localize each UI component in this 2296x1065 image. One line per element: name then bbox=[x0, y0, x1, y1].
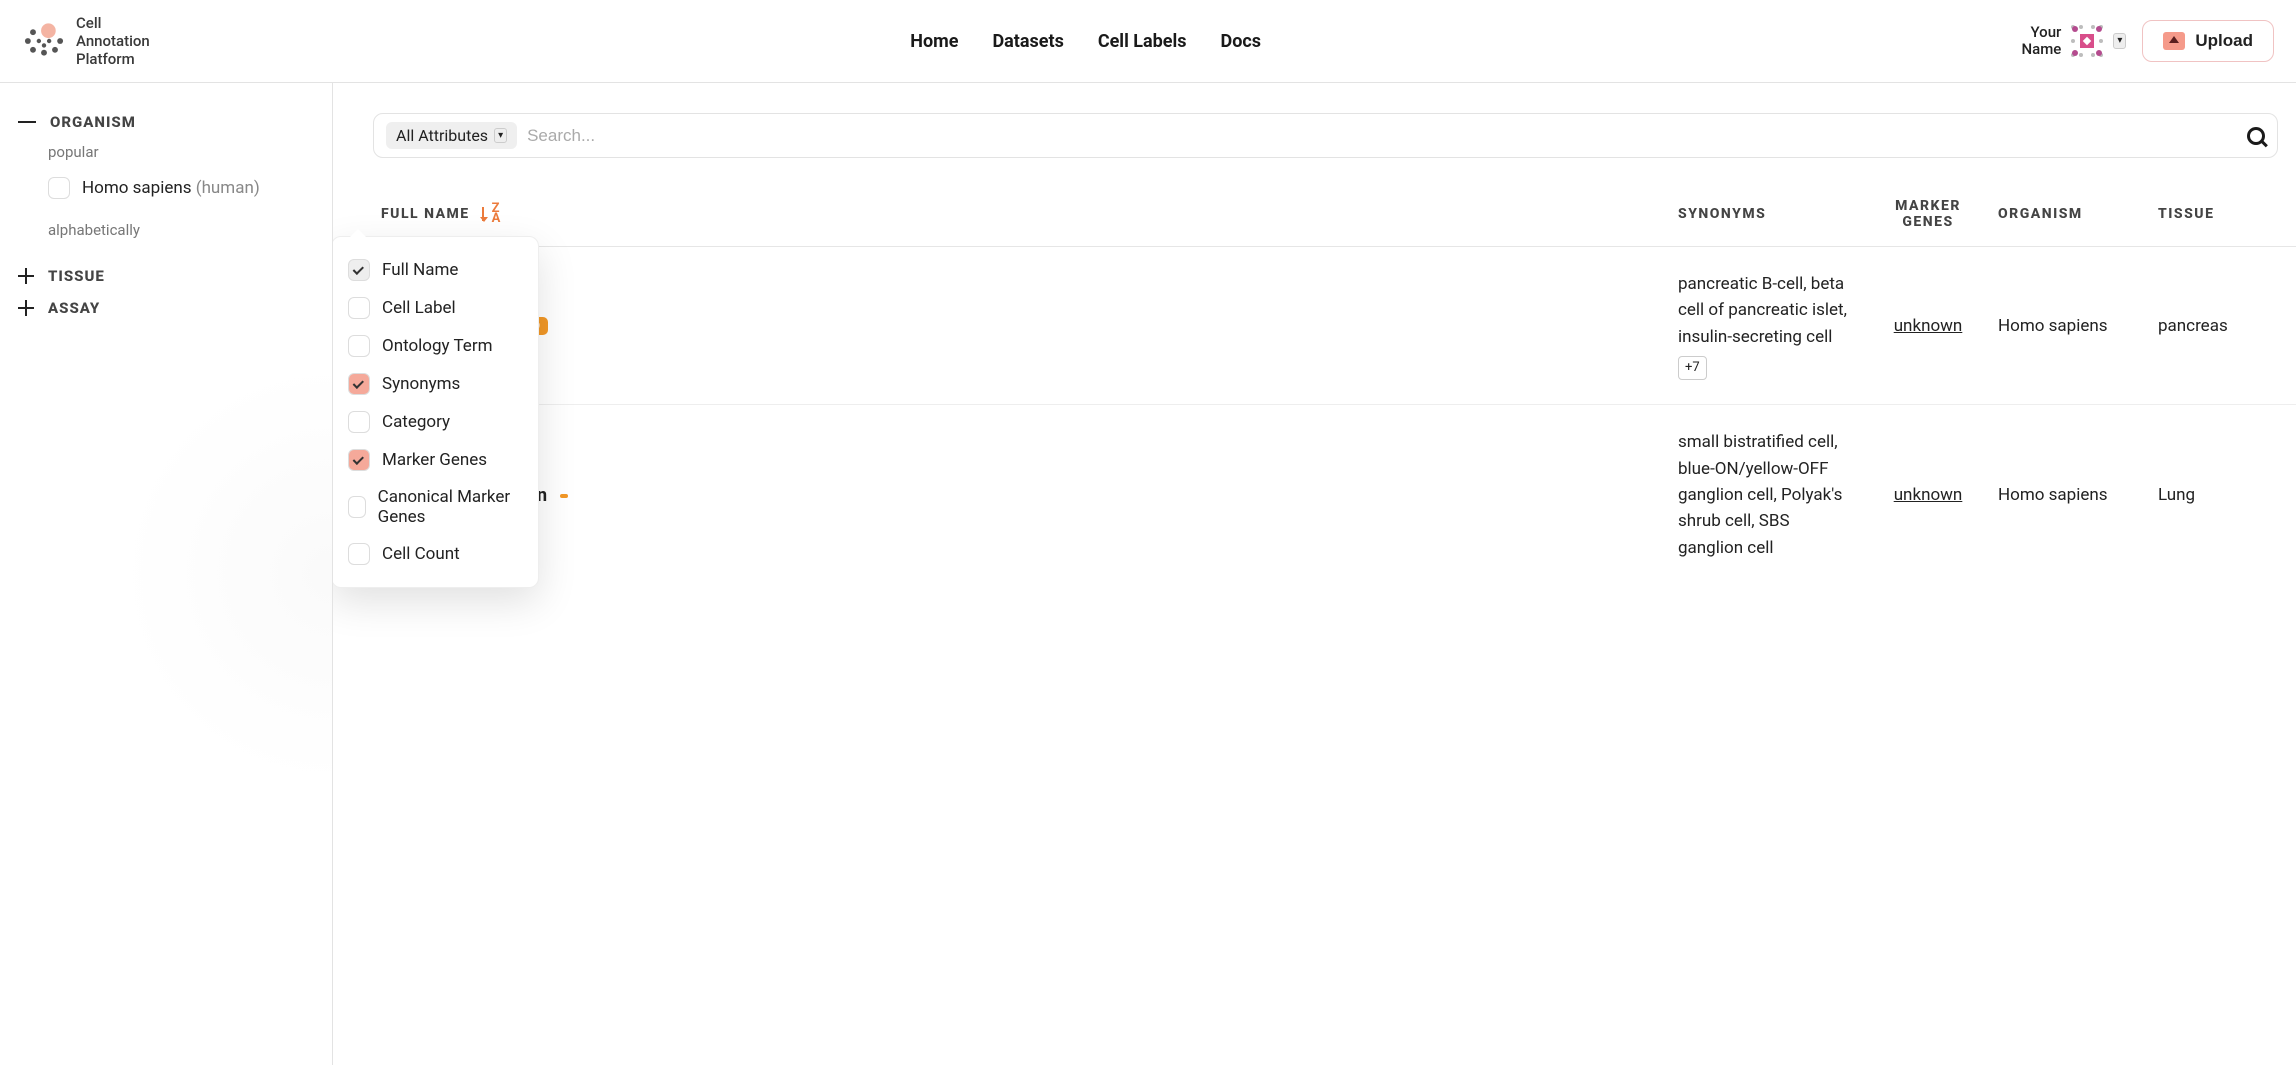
col-picker-label: Ontology Term bbox=[382, 336, 492, 356]
cell-synonyms: pancreatic B-cell, beta cell of pancreat… bbox=[1678, 271, 1858, 380]
table-row[interactable]: ified retinal ganglion small bistratifie… bbox=[333, 405, 2296, 585]
cell-organism: Homo sapiens bbox=[1998, 316, 2158, 336]
nav-datasets[interactable]: Datasets bbox=[992, 31, 1063, 52]
table: FULL NAME ZA SYNONYMS MARKER GENES ORGAN… bbox=[333, 198, 2296, 585]
top-header: Cell Annotation Platform Home Datasets C… bbox=[0, 0, 2296, 83]
cell-tissue: pancreas bbox=[2158, 316, 2278, 336]
th-marker-genes[interactable]: MARKER GENES bbox=[1858, 198, 1998, 230]
chevron-down-icon: ▾ bbox=[2113, 33, 2126, 49]
header-right: Your Name ▾ Upload bbox=[2022, 20, 2274, 62]
th-full-name-label: FULL NAME bbox=[381, 206, 470, 222]
checkbox-icon bbox=[348, 335, 370, 357]
col-picker-label: Canonical Marker Genes bbox=[378, 487, 522, 527]
sort-desc-icon: ZA bbox=[482, 204, 502, 225]
th-marker-l1: MARKER bbox=[1858, 198, 1998, 214]
brand-line2: Annotation bbox=[76, 32, 150, 50]
col-picker-full-name[interactable]: Full Name bbox=[344, 251, 526, 289]
facet-assay-label: ASSAY bbox=[48, 299, 100, 317]
search-icon[interactable] bbox=[2247, 127, 2265, 145]
expand-icon bbox=[18, 300, 34, 316]
search-bar: All Attributes ▾ bbox=[373, 113, 2278, 158]
col-picker-canonical-marker-genes[interactable]: Canonical Marker Genes bbox=[344, 479, 526, 535]
checkbox-checked-icon bbox=[348, 373, 370, 395]
cell-tissue: Lung bbox=[2158, 485, 2278, 505]
column-picker-dropdown: Full Name Cell Label Ontology Term Synon… bbox=[333, 236, 539, 588]
checkbox-icon bbox=[48, 177, 70, 199]
cell-full-name: eatic cell CL:0000169 bbox=[381, 315, 1678, 336]
brand: Cell Annotation Platform bbox=[22, 14, 150, 68]
th-full-name[interactable]: FULL NAME ZA bbox=[381, 204, 1678, 225]
facet-tissue-toggle[interactable]: TISSUE bbox=[18, 267, 312, 285]
facet-popular-label: popular bbox=[48, 143, 312, 161]
brand-line1: Cell bbox=[76, 14, 150, 32]
col-picker-category[interactable]: Category bbox=[344, 403, 526, 441]
col-picker-label: Cell Count bbox=[382, 544, 460, 564]
cell-organism: Homo sapiens bbox=[1998, 485, 2158, 505]
facet-organism-toggle[interactable]: ORGANISM bbox=[18, 113, 312, 131]
chevron-down-icon: ▾ bbox=[494, 128, 507, 143]
col-picker-label: Synonyms bbox=[382, 374, 460, 394]
checkbox-icon bbox=[348, 411, 370, 433]
facet-option-homo-sapiens[interactable]: Homo sapiens (human) bbox=[48, 177, 312, 199]
col-picker-label: Marker Genes bbox=[382, 450, 487, 470]
synonyms-extra-count[interactable]: +7 bbox=[1678, 356, 1707, 380]
user-menu[interactable]: Your Name ▾ bbox=[2022, 23, 2127, 59]
col-picker-ontology-term[interactable]: Ontology Term bbox=[344, 327, 526, 365]
checkbox-icon bbox=[348, 496, 366, 518]
main-nav: Home Datasets Cell Labels Docs bbox=[910, 31, 1261, 52]
nav-docs[interactable]: Docs bbox=[1221, 31, 1261, 52]
main: ORGANISM popular Homo sapiens (human) al… bbox=[0, 83, 2296, 1065]
checkbox-checked-icon bbox=[348, 259, 370, 281]
facet-organism-label: ORGANISM bbox=[50, 113, 136, 131]
facet-assay-toggle[interactable]: ASSAY bbox=[18, 299, 312, 317]
collapse-icon bbox=[18, 121, 36, 123]
table-row[interactable]: eatic cell CL:0000169 pancreatic B-cell,… bbox=[333, 247, 2296, 405]
col-picker-marker-genes[interactable]: Marker Genes bbox=[344, 441, 526, 479]
table-header: FULL NAME ZA SYNONYMS MARKER GENES ORGAN… bbox=[333, 198, 2296, 247]
facet-alpha-label: alphabetically bbox=[48, 221, 312, 239]
search-attribute-select[interactable]: All Attributes ▾ bbox=[386, 122, 517, 149]
col-picker-cell-count[interactable]: Cell Count bbox=[344, 535, 526, 573]
checkbox-checked-icon bbox=[348, 449, 370, 471]
th-synonyms[interactable]: SYNONYMS bbox=[1678, 206, 1858, 222]
brand-text: Cell Annotation Platform bbox=[76, 14, 150, 68]
checkbox-icon bbox=[348, 543, 370, 565]
nav-cell-labels[interactable]: Cell Labels bbox=[1098, 31, 1187, 52]
search-input[interactable] bbox=[527, 126, 2237, 146]
synonyms-text: small bistratified cell, blue-ON/yellow-… bbox=[1678, 432, 1842, 557]
upload-label: Upload bbox=[2195, 31, 2253, 51]
col-picker-label: Category bbox=[382, 412, 450, 432]
facet-option-label: Homo sapiens bbox=[82, 178, 192, 198]
cell-marker-genes[interactable]: unknown bbox=[1858, 316, 1998, 336]
upload-icon bbox=[2163, 32, 2185, 50]
user-line1: Your bbox=[2022, 24, 2062, 41]
ontology-badge bbox=[560, 494, 568, 498]
col-picker-label: Full Name bbox=[382, 260, 458, 280]
content: All Attributes ▾ FULL NAME ZA SYN bbox=[333, 83, 2296, 1065]
cell-full-name: ified retinal ganglion bbox=[381, 485, 1678, 506]
th-marker-l2: GENES bbox=[1858, 214, 1998, 230]
col-picker-synonyms[interactable]: Synonyms bbox=[344, 365, 526, 403]
synonyms-text: pancreatic B-cell, beta cell of pancreat… bbox=[1678, 274, 1847, 347]
user-line2: Name bbox=[2022, 41, 2062, 58]
th-organism[interactable]: ORGANISM bbox=[1998, 206, 2158, 222]
facet-tissue-label: TISSUE bbox=[48, 267, 105, 285]
facet-option-paren: (human) bbox=[196, 178, 260, 198]
th-tissue[interactable]: TISSUE bbox=[2158, 206, 2278, 222]
search-pill-label: All Attributes bbox=[396, 126, 488, 145]
col-picker-label: Cell Label bbox=[382, 298, 456, 318]
logo-icon bbox=[22, 19, 66, 63]
cell-marker-genes[interactable]: unknown bbox=[1858, 485, 1998, 505]
sidebar: ORGANISM popular Homo sapiens (human) al… bbox=[0, 83, 333, 1065]
cell-synonyms: small bistratified cell, blue-ON/yellow-… bbox=[1678, 429, 1858, 561]
col-picker-cell-label[interactable]: Cell Label bbox=[344, 289, 526, 327]
brand-line3: Platform bbox=[76, 50, 150, 68]
nav-home[interactable]: Home bbox=[910, 31, 958, 52]
checkbox-icon bbox=[348, 297, 370, 319]
avatar-icon bbox=[2069, 23, 2105, 59]
expand-icon bbox=[18, 268, 34, 284]
upload-button[interactable]: Upload bbox=[2142, 20, 2274, 62]
